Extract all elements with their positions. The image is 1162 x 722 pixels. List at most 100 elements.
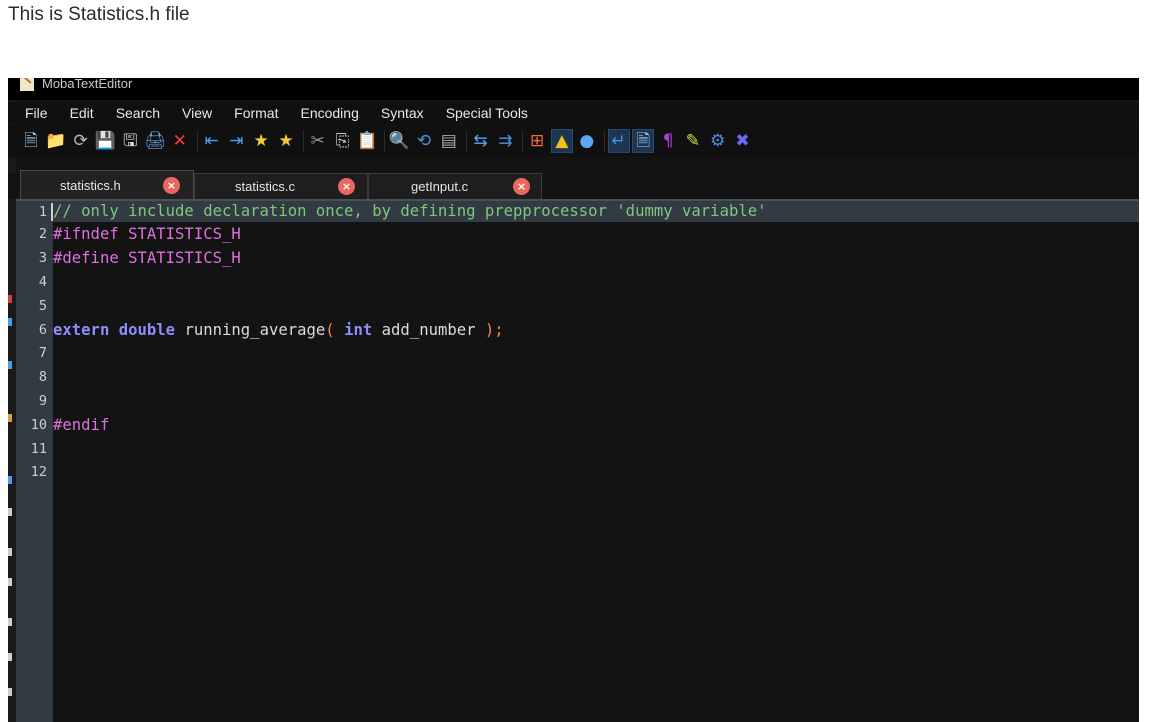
search-button[interactable]: 🔍 (388, 129, 410, 153)
token-keyword: double (118, 320, 176, 339)
tab-close-icon[interactable]: × (513, 178, 530, 195)
code-line[interactable]: 5 (16, 294, 1139, 317)
window-title: MobaTextEditor (42, 78, 133, 91)
save-button[interactable]: 💾 (94, 129, 116, 153)
line-number: 11 (30, 440, 47, 457)
replace-button[interactable]: ⟲ (413, 129, 435, 153)
code-line[interactable]: 7 (16, 342, 1139, 365)
code-line[interactable]: 2 #ifndef STATISTICS_H (16, 223, 1139, 246)
word-wrap-button[interactable]: ↵ (607, 129, 630, 153)
app-icon (20, 78, 34, 91)
settings-button[interactable]: ⚙ (707, 129, 729, 153)
reload-icon: ⟳ (73, 130, 88, 151)
tab-close-icon[interactable]: × (338, 178, 355, 195)
tab-getinput-c[interactable]: getInput.c × (368, 173, 542, 199)
code-line[interactable]: 3 #define STATISTICS_H (16, 247, 1139, 270)
pilcrow-button[interactable]: ¶ (657, 129, 679, 153)
mac-eol-icon: ● (579, 130, 595, 151)
merge-button[interactable]: ⇉ (494, 129, 516, 153)
line-number: 4 (38, 273, 47, 290)
mac-eol-button[interactable]: ● (576, 129, 598, 153)
code-line[interactable]: 12 (16, 461, 1139, 484)
code-line[interactable]: 1 // only include declaration once, by de… (16, 199, 1139, 222)
line-number: 10 (30, 416, 47, 433)
highlighter-button[interactable]: ✎ (682, 129, 704, 153)
print-button[interactable]: 🖨 (144, 129, 166, 153)
bookmark-icon: ★ (253, 130, 269, 151)
unindent-button[interactable]: ⇤ (201, 129, 223, 153)
tab-label: statistics.h (60, 177, 121, 193)
token-preproc: #define STATISTICS_H (53, 249, 241, 268)
tab-close-icon[interactable]: × (163, 176, 180, 194)
print-icon: 🖨 (144, 130, 166, 151)
bookmark-button[interactable]: ★ (250, 129, 272, 153)
menu-file[interactable]: File (25, 105, 48, 121)
replace-icon: ⟲ (416, 130, 432, 151)
word-wrap-icon: ↵ (611, 130, 626, 151)
exit-icon: ✖ (735, 130, 750, 151)
reload-button[interactable]: ⟳ (70, 129, 92, 153)
moba-text-editor-window: MobaTextEditor File Edit Search View Format E… (8, 78, 1139, 722)
code-line[interactable]: 4 (16, 270, 1139, 293)
code-area[interactable]: 1 // only include declaration once, by de… (16, 199, 1139, 722)
edit-document-button[interactable]: 🗎 (632, 129, 655, 153)
code-line[interactable]: 9 (16, 389, 1139, 412)
edit-document-icon: 🗎 (636, 130, 651, 151)
menu-format[interactable]: Format (234, 105, 278, 121)
token-comment: // only include declaration once, by def… (53, 202, 767, 221)
toolbar-separator (465, 130, 467, 152)
tab-statistics-h[interactable]: statistics.h × (20, 170, 194, 199)
menu-syntax[interactable]: Syntax (381, 105, 424, 121)
bookmark-add-button[interactable]: ★ (275, 129, 297, 153)
code-line[interactable]: 10 #endif (16, 413, 1139, 436)
menu-special-tools[interactable]: Special Tools (446, 105, 528, 121)
new-file-button[interactable]: 🗎 (20, 129, 42, 153)
menu-view[interactable]: View (182, 105, 212, 121)
compare-icon: ⇆ (473, 130, 488, 151)
copy-icon: ⎘ (335, 130, 350, 151)
merge-icon: ⇉ (498, 130, 513, 151)
code-line[interactable]: 11 (16, 437, 1139, 460)
save-icon: 💾 (94, 130, 116, 151)
exit-button[interactable]: ✖ (732, 129, 754, 153)
linux-eol-icon: ▲ (555, 130, 569, 151)
cut-button[interactable]: ✂ (307, 129, 329, 153)
settings-icon: ⚙ (710, 130, 726, 151)
token-paren: ( (325, 320, 335, 339)
title-bar: MobaTextEditor (8, 78, 1139, 100)
paste-icon: 📋 (356, 130, 378, 151)
code-text: // only include declaration once, by def… (50, 202, 767, 221)
open-folder-button[interactable]: 📁 (45, 129, 67, 153)
code-text: #ifndef STATISTICS_H (50, 225, 241, 243)
indent-button[interactable]: ⇥ (225, 129, 247, 153)
tab-statistics-c[interactable]: statistics.c × (194, 173, 368, 199)
menu-search[interactable]: Search (116, 105, 160, 121)
save-all-icon: 🖫 (122, 130, 138, 151)
windows-eol-button[interactable]: ⊞ (526, 129, 548, 153)
tab-label: statistics.c (235, 179, 295, 194)
code-text: extern double running_average( int add_n… (50, 321, 504, 339)
copy-button[interactable]: ⎘ (332, 129, 354, 153)
menu-edit[interactable]: Edit (70, 105, 94, 121)
paste-button[interactable]: 📋 (356, 129, 378, 153)
cut-icon: ✂ (310, 130, 325, 151)
line-number: 6 (38, 321, 47, 338)
goto-button[interactable]: ▤ (438, 129, 460, 153)
save-all-button[interactable]: 🖫 (119, 129, 141, 153)
token-keyword: int (344, 320, 373, 339)
toolbar-separator (603, 130, 605, 152)
toolbar-separator (522, 130, 524, 152)
menu-encoding[interactable]: Encoding (300, 105, 358, 121)
code-editor[interactable]: 1 // only include declaration once, by de… (16, 199, 1139, 722)
code-text: #define STATISTICS_H (50, 249, 241, 267)
linux-eol-button[interactable]: ▲ (550, 129, 573, 153)
close-icon: ✕ (172, 130, 187, 151)
code-line[interactable]: 8 (16, 366, 1139, 389)
token-plain: add_number (372, 320, 485, 339)
menu-bar: File Edit Search View Format Encoding Syntax Sp… (8, 102, 1139, 124)
line-number: 7 (38, 345, 47, 362)
compare-button[interactable]: ⇆ (470, 129, 492, 153)
code-line[interactable]: 6 extern double running_average( int add_… (16, 318, 1139, 341)
close-button[interactable]: ✕ (169, 129, 191, 153)
